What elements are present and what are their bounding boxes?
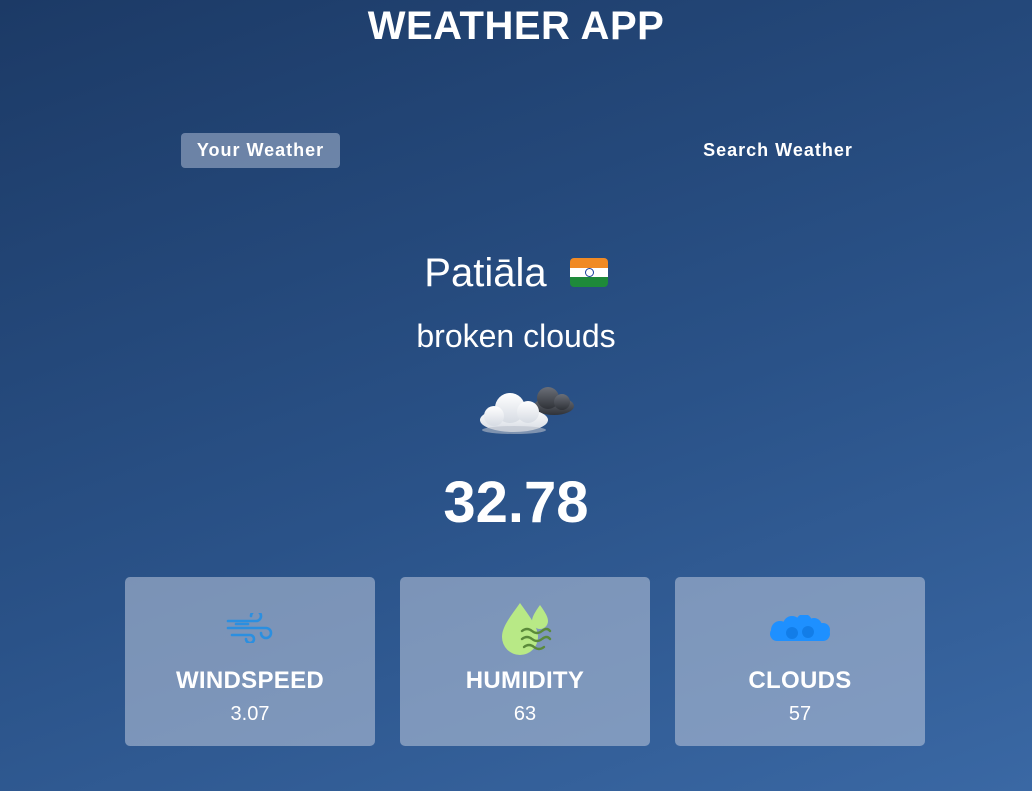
tab-search-weather[interactable]: Search Weather [687, 133, 869, 168]
windspeed-value: 3.07 [230, 703, 270, 725]
broken-clouds-icon [476, 378, 578, 436]
weather-description: broken clouds [416, 318, 616, 354]
clouds-card: CLOUDS 57 [675, 577, 925, 746]
humidity-value: 63 [513, 703, 537, 725]
humidity-icon [400, 599, 650, 657]
humidity-card: HUMIDITY 63 [400, 577, 650, 746]
wind-icon [125, 613, 375, 643]
clouds-icon [675, 615, 925, 643]
windspeed-label: WINDSPEED [175, 667, 325, 694]
city-name: Patiāla [424, 251, 547, 295]
india-flag-icon [569, 257, 608, 287]
humidity-label: HUMIDITY [465, 667, 585, 694]
tab-your-weather[interactable]: Your Weather [181, 133, 340, 168]
app-title: WEATHER APP [367, 4, 665, 48]
clouds-label: CLOUDS [748, 667, 852, 694]
windspeed-card: WINDSPEED 3.07 [125, 577, 375, 746]
temperature-value: 32.78 [443, 470, 589, 535]
clouds-value: 57 [788, 703, 812, 725]
location-row: Patiāla [0, 248, 1032, 298]
